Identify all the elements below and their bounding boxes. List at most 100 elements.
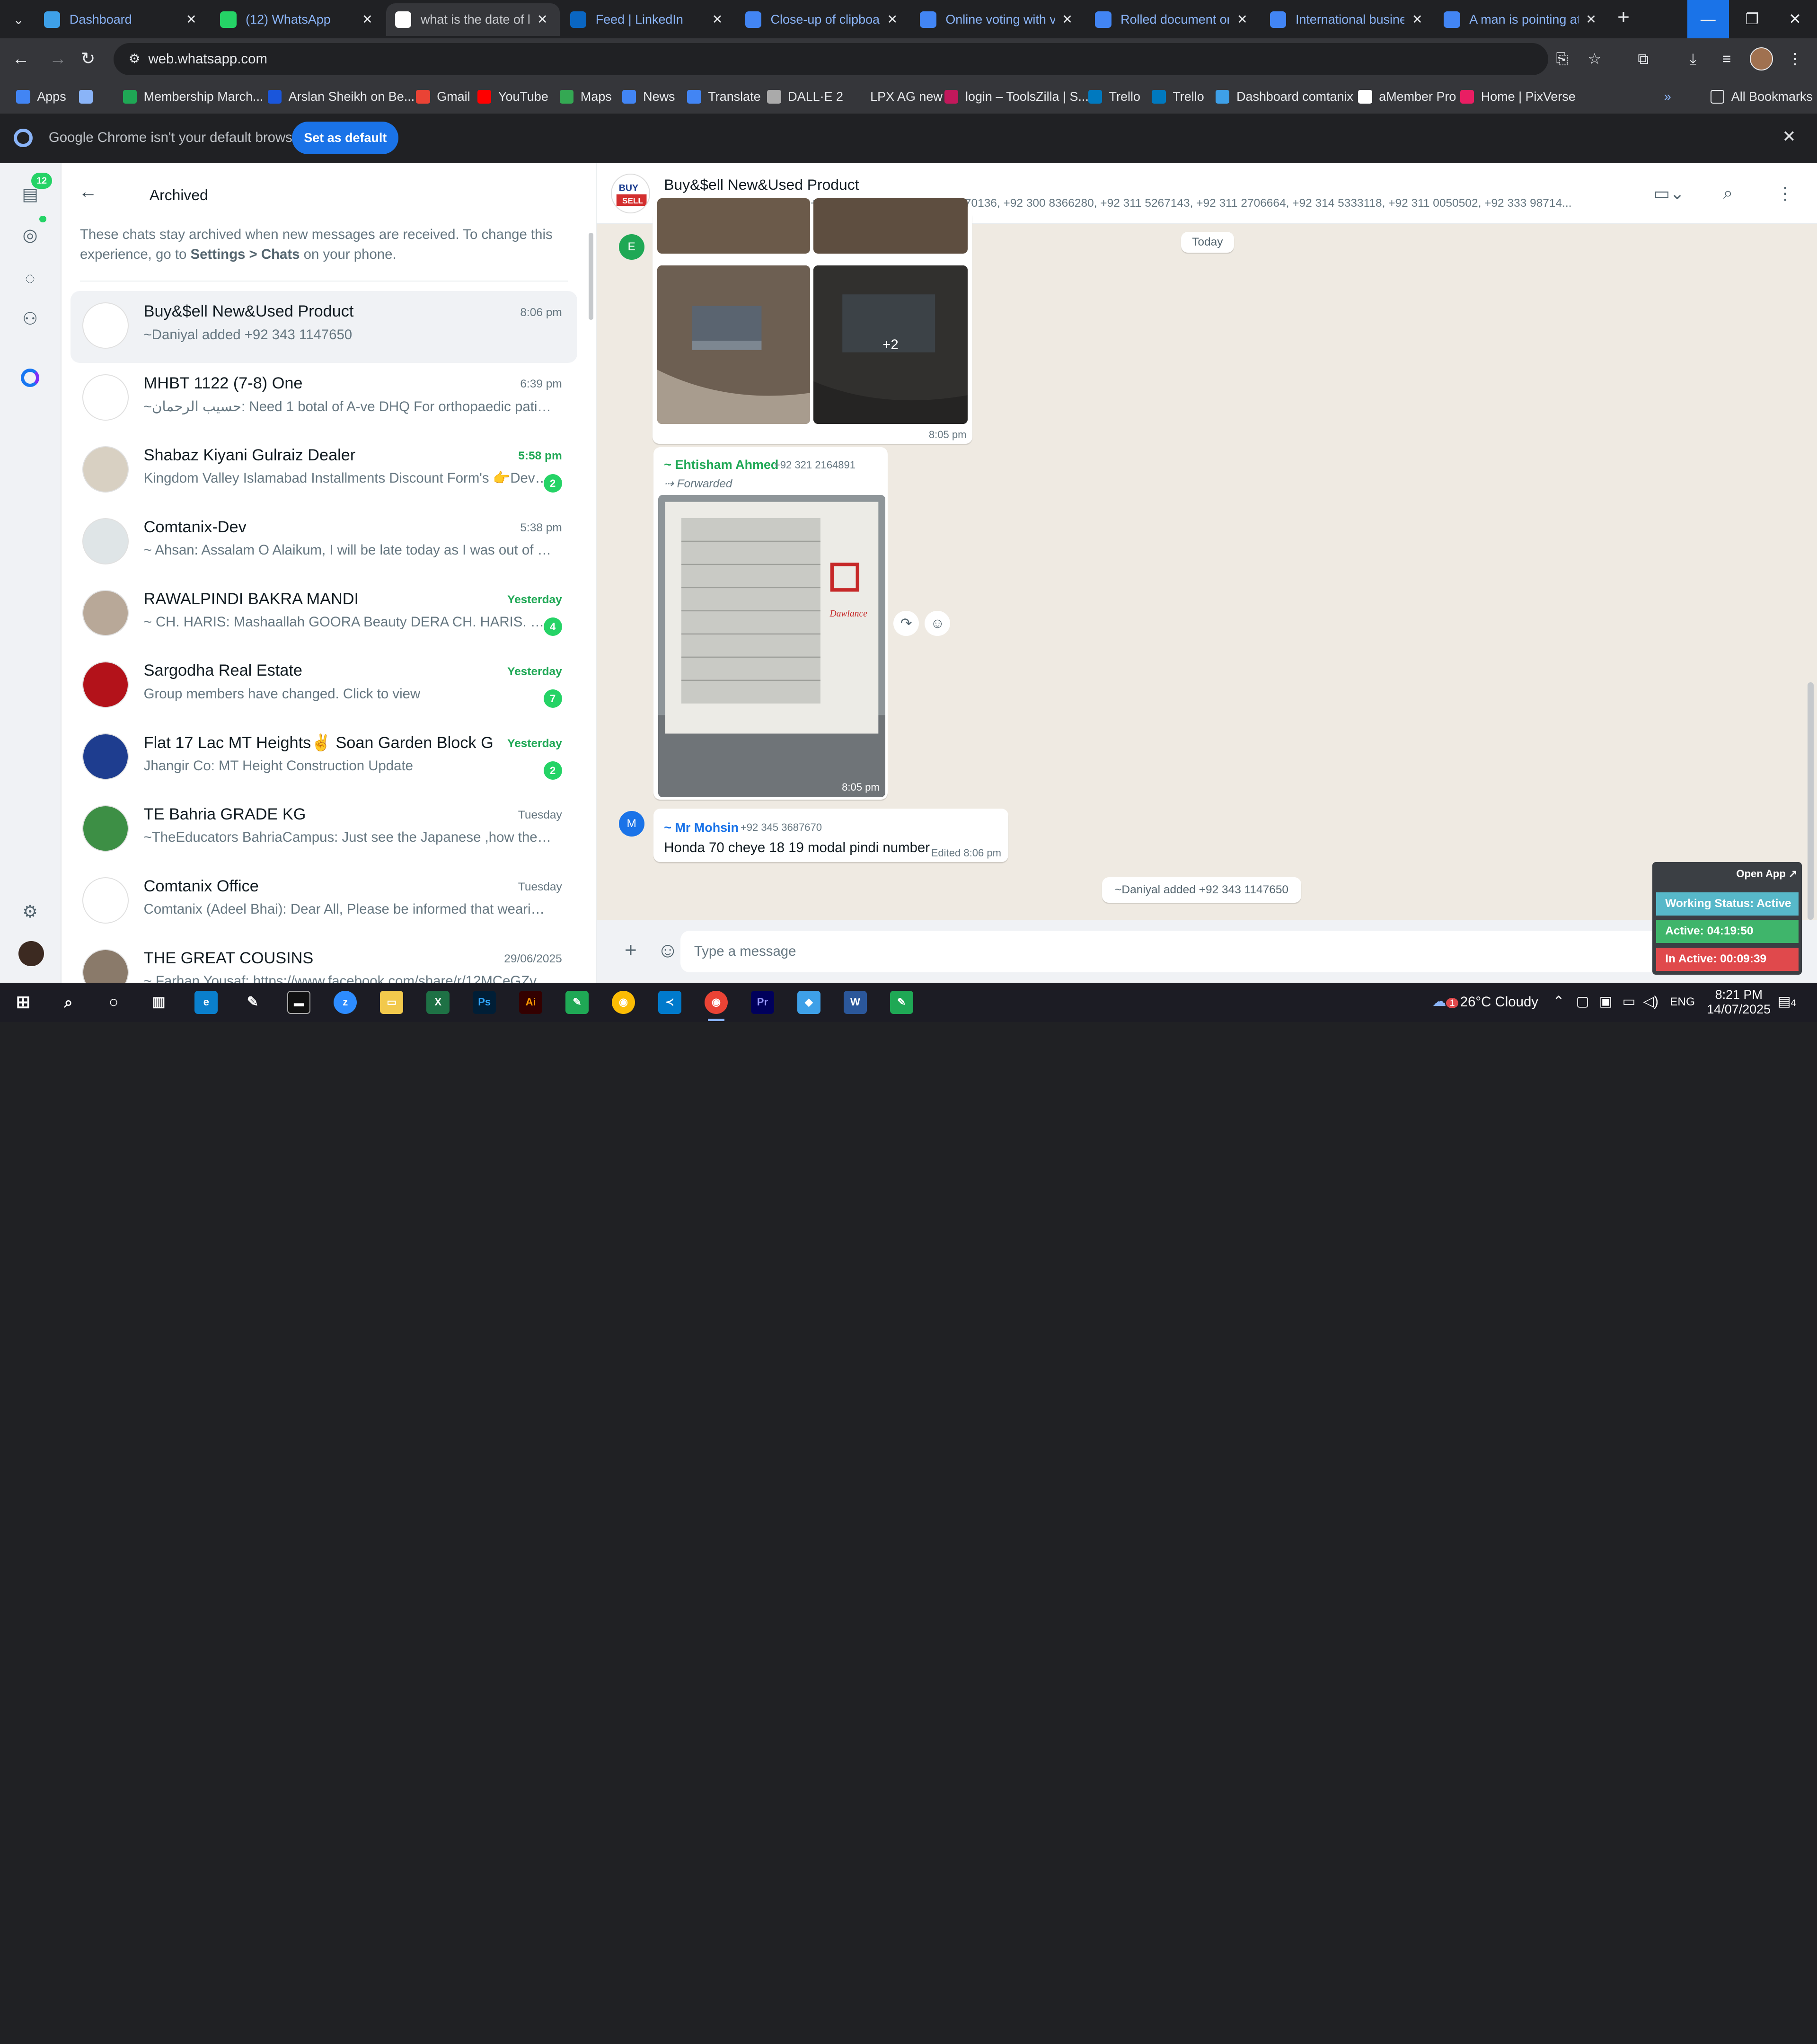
excel-icon[interactable]: X [426, 990, 450, 1014]
bookmark-item[interactable]: YouTube [477, 87, 548, 107]
bookmark-item[interactable]: Trello [1088, 87, 1140, 107]
settings-icon[interactable]: ⚙ [18, 899, 43, 925]
browser-tab[interactable]: (12) WhatsApp ✕ [211, 3, 385, 36]
message-input[interactable] [680, 930, 1723, 972]
set-as-default-button[interactable]: Set as default [292, 122, 399, 154]
browser-tab[interactable]: Feed | LinkedIn ✕ [561, 3, 734, 36]
green-app-icon[interactable]: ✎ [565, 990, 589, 1014]
bookmark-item[interactable]: Dashboard comtanix [1216, 87, 1353, 107]
install-app-icon[interactable]: ⎘ [1551, 47, 1574, 70]
file-explorer-icon[interactable]: ▭ [380, 990, 404, 1014]
tab-close-icon[interactable]: ✕ [1583, 12, 1599, 27]
chrome-active-icon[interactable]: ◉ [704, 990, 728, 1014]
premiere-icon[interactable]: Pr [750, 990, 774, 1014]
bookmark-item[interactable]: Membership March... [123, 87, 264, 107]
illustrator-icon[interactable]: Ai [519, 990, 543, 1014]
bookmark-star-icon[interactable]: ☆ [1583, 47, 1606, 70]
extensions-icon[interactable]: ⧉ [1632, 47, 1655, 70]
chat-list-item[interactable]: Comtanix-Dev 5:38 pm ~ Ahsan: Assalam O Al… [71, 506, 577, 578]
site-info-icon[interactable]: ⚙ [125, 50, 143, 68]
bookmark-item[interactable]: aMember Pro [1358, 87, 1456, 107]
chrome-icon[interactable]: ◉ [612, 990, 635, 1014]
sender-avatar[interactable]: E [618, 234, 644, 260]
chat-avatar[interactable] [82, 661, 129, 708]
chat-list-item[interactable]: Comtanix Office Tuesday Comtanix (Adeel Bh… [71, 865, 577, 937]
tab-close-icon[interactable]: ✕ [1409, 12, 1425, 27]
album-photo[interactable] [657, 198, 810, 254]
bookmark-item[interactable]: Translate [687, 87, 761, 107]
edge-icon[interactable]: e [194, 990, 218, 1014]
album-photo[interactable] [657, 265, 810, 424]
address-bar[interactable]: ⚙ web.whatsapp.com ⎘ ☆ [114, 43, 1601, 76]
video-call-icon[interactable]: ▭⌄ [1654, 183, 1685, 203]
browser-tab[interactable]: A man is pointing at ✕ [1435, 3, 1608, 36]
terminal-icon[interactable]: ▬ [287, 990, 311, 1014]
bookmark-item[interactable]: Gmail [416, 87, 470, 107]
forward-icon[interactable]: ↷ [893, 610, 919, 636]
weather-icon[interactable]: ☁ 1 [1432, 993, 1458, 1010]
green-app2-icon[interactable]: ✎ [890, 990, 913, 1014]
reload-icon[interactable]: ↻ [77, 47, 100, 70]
chat-list-item[interactable]: Shabaz Kiyani Gulraiz Dealer 5:58 pm Kingd… [71, 434, 577, 506]
chat-avatar[interactable] [82, 733, 129, 780]
infobar-close-icon[interactable]: ✕ [1782, 127, 1796, 146]
tab-close-icon[interactable]: ✕ [183, 12, 199, 27]
browser-menu-icon[interactable]: ⋮ [1783, 47, 1807, 70]
chat-avatar[interactable] [82, 374, 129, 421]
clock[interactable]: 8:21 PM 14/07/2025 [1707, 987, 1771, 1018]
browser-tab[interactable]: what is the date of b ✕ [386, 3, 560, 36]
attach-plus-icon[interactable]: + [625, 939, 637, 962]
album-photo[interactable]: +2 [813, 265, 968, 424]
search-icon[interactable]: ⌕ [57, 991, 80, 1014]
forward-icon[interactable]: → [46, 47, 70, 70]
communities-icon[interactable]: ⚇ [18, 306, 43, 332]
album-photo[interactable] [813, 198, 968, 254]
chat-menu-icon[interactable]: ⋮ [1776, 183, 1794, 203]
chat-avatar[interactable] [82, 446, 129, 493]
dashboard-app-icon[interactable]: ◆ [797, 990, 820, 1014]
meta-ai-icon[interactable] [21, 368, 40, 387]
minimize-button[interactable]: — [1687, 0, 1729, 38]
weather-text[interactable]: 26°C Cloudy [1460, 994, 1538, 1010]
bookmark-item[interactable]: Trello [1152, 87, 1204, 107]
bookmark-item[interactable]: DALL·E 2 [767, 87, 843, 107]
bookmarks-overflow-icon[interactable]: » [1664, 87, 1671, 107]
browser-tab[interactable]: Close-up of clipboard ✕ [736, 3, 909, 36]
react-emoji-icon[interactable]: ☺ [925, 610, 951, 636]
volume-icon[interactable]: ◁) [1643, 993, 1658, 1010]
open-app-link[interactable]: Open App ↗ [1736, 868, 1797, 880]
media-icon[interactable]: ≡ [1715, 47, 1738, 70]
tab-close-icon[interactable]: ✕ [1234, 12, 1250, 27]
tab-close-icon[interactable]: ✕ [534, 12, 550, 27]
group-avatar[interactable]: BUY SELL [610, 174, 650, 213]
bookmark-item[interactable]: Apps [16, 87, 66, 107]
chat-avatar[interactable] [82, 877, 129, 924]
chat-avatar[interactable] [82, 805, 129, 852]
bookmark-item[interactable]: News [622, 87, 675, 107]
chat-avatar[interactable] [82, 590, 129, 636]
chatlist-scrollbar[interactable] [589, 233, 593, 320]
cortana-icon[interactable]: ○ [102, 991, 125, 1014]
text-bubble[interactable]: ~ Mr Mohsin +92 345 3687670 Honda 70 che… [653, 809, 1008, 863]
restore-button[interactable]: ❐ [1731, 0, 1773, 38]
chat-list-item[interactable]: Flat 17 Lac MT Heights✌️ Soan Garden Blo… [71, 722, 577, 794]
task-view-icon[interactable]: ▥ [147, 991, 170, 1014]
chat-avatar[interactable] [82, 949, 129, 983]
window-close-button[interactable]: ✕ [1774, 0, 1816, 38]
tab-close-icon[interactable]: ✕ [359, 12, 375, 27]
browser-tab[interactable]: Rolled document on ✕ [1086, 3, 1260, 36]
tray-chevron-icon[interactable]: ⌃ [1553, 993, 1565, 1010]
pen-icon[interactable]: ✎ [241, 991, 264, 1014]
bookmark-item[interactable]: LPX AG new [849, 87, 943, 107]
notifications-icon[interactable]: ▤4 [1778, 993, 1796, 1010]
forwarded-bubble[interactable]: ~ Ehtisham Ahmed +92 321 2164891 ⇢ Forwa… [653, 447, 888, 800]
windows-start-icon[interactable]: ⊞ [11, 991, 35, 1014]
tab-search-icon[interactable]: ⌄ [7, 9, 30, 30]
apps-grid-icon[interactable] [79, 87, 100, 107]
all-bookmarks[interactable]: All Bookmarks [1710, 87, 1813, 107]
new-tab-button[interactable]: + [1613, 7, 1634, 30]
profile-avatar[interactable] [1749, 47, 1773, 71]
back-icon[interactable]: ← [9, 47, 33, 70]
bookmark-item[interactable]: Home | PixVerse [1460, 87, 1576, 107]
ac-photo[interactable]: Dawlance 8:05 pm [658, 494, 886, 797]
